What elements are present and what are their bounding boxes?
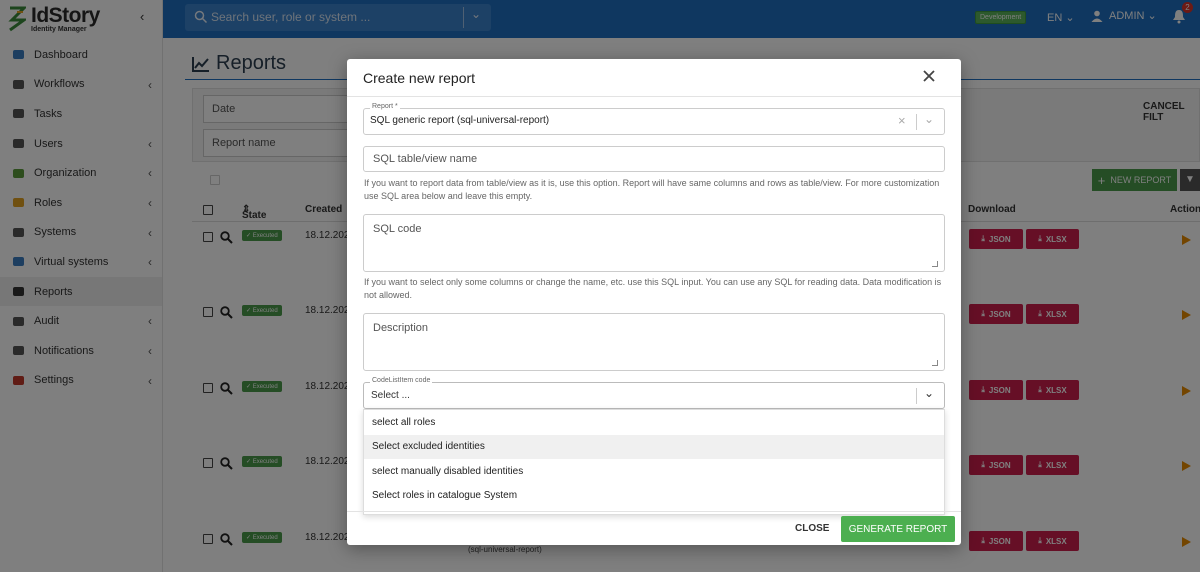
chevron-down-icon[interactable]: ⌄	[924, 386, 934, 400]
dropdown-option[interactable]: Select roles in catalogue System	[364, 484, 944, 509]
dialog-header: Create new report	[347, 59, 961, 97]
close-button[interactable]: CLOSE	[795, 523, 829, 534]
codelist-select[interactable]: Select ... ⌄	[363, 382, 945, 409]
dialog-footer: CLOSE GENERATE REPORT	[347, 511, 961, 545]
codelist-select-placeholder: Select ...	[371, 390, 410, 401]
dropdown-option[interactable]: select manually disabled identities	[364, 459, 944, 484]
description-placeholder: Description	[373, 322, 429, 334]
sql-table-placeholder: SQL table/view name	[373, 153, 478, 165]
report-select-value: SQL generic report (sql-universal-report…	[370, 115, 550, 126]
description-textarea[interactable]: Description	[363, 313, 945, 371]
sql-code-textarea[interactable]: SQL code	[363, 214, 945, 272]
create-report-dialog: Create new report SQL generic report (sq…	[347, 59, 961, 545]
report-select-label: Report *	[370, 103, 400, 110]
sql-table-input[interactable]: SQL table/view name	[363, 146, 945, 172]
dropdown-option[interactable]: select all roles	[364, 410, 944, 435]
codelist-select-label: CodeListItem code	[370, 377, 433, 384]
clear-icon[interactable]: ×	[898, 113, 906, 128]
select-divider	[916, 388, 917, 404]
dialog-title: Create new report	[363, 70, 476, 86]
sql-code-placeholder: SQL code	[373, 223, 422, 235]
generate-report-button[interactable]: GENERATE REPORT	[841, 516, 955, 542]
resize-handle-icon[interactable]	[932, 261, 938, 267]
select-divider	[916, 114, 917, 130]
sql-code-help: If you want to select only some columns …	[364, 277, 942, 300]
dropdown-option[interactable]: Select excluded identities	[364, 434, 944, 459]
report-select[interactable]: SQL generic report (sql-universal-report…	[363, 108, 945, 135]
resize-handle-icon[interactable]	[932, 360, 938, 366]
codelist-options-menu: select all roles Select excluded identiti…	[363, 409, 945, 515]
close-icon[interactable]	[922, 69, 936, 83]
chevron-down-icon[interactable]: ⌄	[924, 112, 934, 126]
sql-table-help: If you want to report data from table/vi…	[364, 178, 940, 201]
